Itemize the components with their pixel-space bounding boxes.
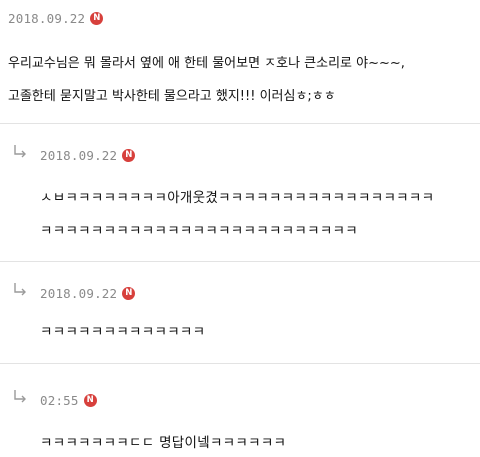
- new-badge-icon: N: [83, 394, 97, 407]
- divider: [0, 363, 480, 364]
- comment-text-line: ㅋㅋㅋㅋㅋㅋㅋㄷㄷ 명답이넼ㅋㅋㅋㅋㅋㅋ: [40, 435, 287, 451]
- divider: [0, 123, 480, 124]
- comment-text-line: 고졸한테 묻지말고 박사한테 물으라고 했지!!! 이러심ㅎ;ㅎㅎ: [8, 89, 336, 104]
- reply-arrow-icon: [14, 145, 26, 158]
- comment-date: 2018.09.22: [40, 286, 118, 301]
- comment-date: 2018.09.22: [40, 148, 118, 163]
- comment-date: 2018.09.22: [8, 11, 86, 26]
- comment-text-line: 우리교수님은 뭐 몰라서 옆에 애 한테 물어보면 ㅈ호나 큰소리로 야~~~,: [8, 56, 405, 71]
- comment-meta: 2018.09.22 N: [8, 11, 104, 26]
- new-badge-icon: N: [122, 149, 136, 162]
- comment-text-line: ㅅㅂㅋㅋㅋㅋㅋㅋㅋㅋ아개웃겼ㅋㅋㅋㅋㅋㅋㅋㅋㅋㅋㅋㅋㅋㅋㅋㅋㅋ: [40, 190, 435, 206]
- divider: [0, 261, 480, 262]
- reply-arrow-icon: [14, 283, 26, 296]
- new-badge-icon: N: [90, 12, 104, 25]
- comment-meta: 2018.09.22 N: [40, 148, 136, 163]
- comment-text-line: ㅋㅋㅋㅋㅋㅋㅋㅋㅋㅋㅋㅋㅋ: [40, 324, 206, 340]
- new-badge-icon: N: [122, 287, 136, 300]
- comment-meta: 2018.09.22 N: [40, 286, 136, 301]
- comment-meta: 02:55 N: [40, 393, 97, 408]
- comment-text-line: ㅋㅋㅋㅋㅋㅋㅋㅋㅋㅋㅋㅋㅋㅋㅋㅋㅋㅋㅋㅋㅋㅋㅋㅋㅋ: [40, 223, 358, 239]
- reply-arrow-icon: [14, 390, 26, 403]
- comment-date: 02:55: [40, 393, 79, 408]
